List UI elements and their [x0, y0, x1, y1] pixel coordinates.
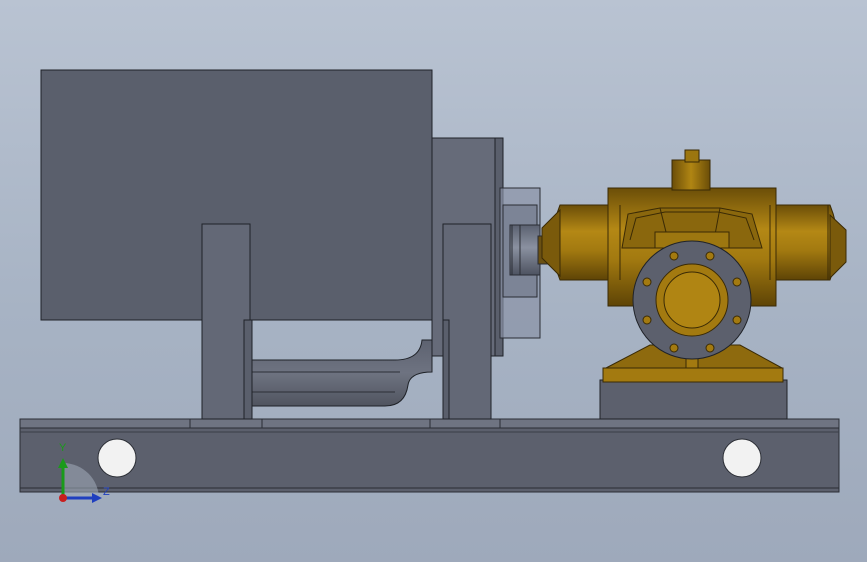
y-axis-label: Y [59, 442, 67, 454]
mounting-hole-left [97, 438, 137, 478]
electric-motor [40, 69, 504, 420]
coupling [499, 187, 555, 339]
split-case-pump [541, 149, 847, 420]
x-axis-dot [59, 494, 67, 502]
z-axis-label: Z [103, 486, 110, 498]
base-frame [19, 418, 840, 493]
mounting-hole-right [722, 438, 762, 478]
graphics-viewport[interactable]: Y Z [0, 0, 867, 562]
cad-model-view[interactable] [0, 0, 867, 562]
